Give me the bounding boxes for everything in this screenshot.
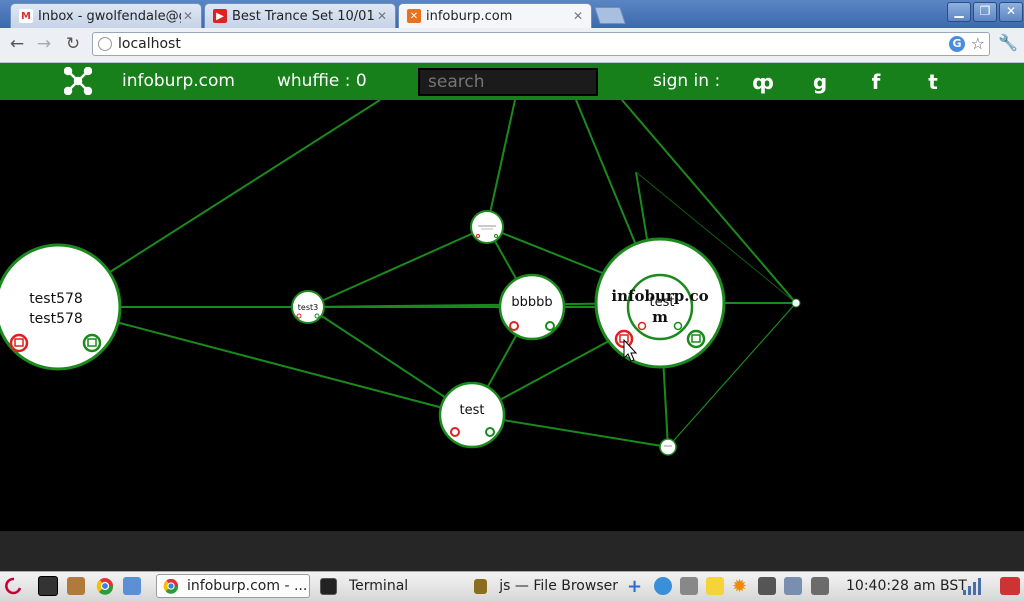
minimize-icon[interactable]: ▁	[947, 2, 971, 22]
chrome-launcher-icon[interactable]	[96, 575, 114, 597]
folder-icon	[474, 578, 488, 594]
graph-node-test[interactable]: test	[438, 381, 506, 449]
openid-icon[interactable]: ȹ	[751, 70, 775, 94]
restore-icon[interactable]: ❐	[973, 2, 997, 22]
delete-node-icon[interactable]	[509, 321, 519, 331]
close-icon[interactable]: ✕	[571, 9, 585, 23]
task-label: js — File Browser	[499, 578, 618, 594]
chrome-icon	[163, 578, 179, 594]
tab-youtube[interactable]: ▶ Best Trance Set 10/01/1 ✕	[204, 3, 396, 28]
clock[interactable]: 10:40:28 am BST	[846, 575, 967, 597]
graph-node-small-top[interactable]	[470, 210, 504, 244]
add-node-icon[interactable]	[485, 427, 495, 437]
graph-edge	[486, 100, 516, 228]
browser-tab-strip: M Inbox - gwolfendale@gr ✕ ▶ Best Trance…	[0, 0, 1024, 28]
logout-icon[interactable]	[1000, 575, 1020, 597]
address-bar[interactable]: localhost G ☆	[92, 32, 990, 56]
page-bottom-area	[0, 531, 1024, 571]
graph-edge	[307, 226, 488, 308]
network-tray-icon[interactable]	[654, 575, 672, 597]
task-label: Terminal	[349, 578, 409, 594]
node-label: test578	[29, 311, 83, 327]
graph-node-test578[interactable]: test578 test578	[0, 243, 122, 371]
add-node-icon[interactable]	[82, 333, 102, 353]
monitor-tray-icon[interactable]	[811, 575, 829, 597]
search-input[interactable]	[418, 68, 598, 96]
graph-edge	[115, 321, 444, 409]
weather-tray-icon[interactable]: ✹	[732, 575, 747, 597]
extension-icon[interactable]: G	[949, 36, 965, 52]
infoburp-logo-icon[interactable]	[64, 67, 92, 95]
tab-title: infoburp.com	[426, 8, 513, 24]
graph-node-test3[interactable]: test3	[291, 290, 325, 324]
tab-title: Best Trance Set 10/01/1	[232, 8, 375, 24]
taskbar-task-file-browser[interactable]: js — File Browser	[468, 574, 618, 598]
delete-node-icon[interactable]	[9, 333, 29, 353]
notes-tray-icon[interactable]	[706, 575, 724, 597]
wifi-signal-icon[interactable]	[962, 575, 984, 597]
node-label: test578	[29, 291, 83, 307]
whuffie-score: whuffie : 0	[277, 71, 367, 91]
add-node-icon[interactable]	[545, 321, 555, 331]
brand-link[interactable]: infoburp.com	[122, 71, 235, 91]
reload-icon[interactable]: ↻	[62, 33, 84, 55]
youtube-icon: ▶	[213, 9, 227, 23]
graph-edge	[635, 171, 649, 246]
task-label: infoburp.com - ...	[187, 578, 308, 594]
tab-infoburp[interactable]: ✕ infoburp.com ✕	[398, 3, 592, 28]
node-label: test	[460, 403, 485, 418]
devices-tray-icon[interactable]	[784, 575, 802, 597]
sign-in-label: sign in :	[653, 71, 721, 91]
browser-toolbar: ← → ↻ localhost G ☆ 🔧	[0, 28, 1024, 63]
close-window-icon[interactable]: ✕	[999, 2, 1023, 22]
display-tray-icon[interactable]	[758, 575, 776, 597]
forward-arrow-icon[interactable]: →	[33, 33, 55, 55]
terminal-launcher-icon[interactable]	[38, 575, 58, 597]
graph-node-tiny-bottom[interactable]	[659, 438, 677, 456]
wrench-icon[interactable]: 🔧	[998, 33, 1018, 52]
facebook-icon[interactable]: f	[864, 70, 888, 94]
taskbar-task-terminal[interactable]: Terminal	[314, 574, 464, 598]
site-header: infoburp.com whuffie : 0 sign in : ȹ g f…	[0, 63, 1024, 100]
node-label: bbbbb	[511, 295, 552, 310]
tab-gmail[interactable]: M Inbox - gwolfendale@gr ✕	[10, 3, 202, 28]
graph-node-tiny-right[interactable]	[791, 298, 801, 308]
google-icon[interactable]: g	[808, 70, 832, 94]
terminal-icon	[320, 577, 337, 595]
graph-edge	[486, 226, 621, 281]
graph-node-infoburp[interactable]: test infoburp.co m	[594, 237, 726, 369]
add-node-icon[interactable]	[686, 329, 706, 349]
debian-menu-icon[interactable]	[4, 575, 24, 597]
close-icon[interactable]: ✕	[181, 9, 195, 23]
refresh-launcher-icon[interactable]	[123, 575, 141, 597]
graph-node-bbbbb[interactable]: bbbbb	[498, 273, 566, 341]
node-label: infoburp.co	[611, 287, 708, 305]
delete-node-icon[interactable]	[450, 427, 460, 437]
desktop-taskbar: infoburp.com - ... Terminal js — File Br…	[0, 571, 1024, 601]
graph-edge	[109, 100, 381, 273]
new-tab-button[interactable]	[594, 7, 626, 24]
close-icon[interactable]: ✕	[375, 9, 389, 23]
infoburp-icon: ✕	[407, 9, 421, 23]
taskbar-task-infoburp[interactable]: infoburp.com - ...	[156, 574, 310, 598]
usb-tray-icon[interactable]	[680, 575, 698, 597]
tumblr-icon[interactable]: t	[921, 70, 945, 94]
back-arrow-icon[interactable]: ←	[6, 33, 28, 55]
node-graph-canvas[interactable]: test578 test578 test3 bbbbb test infobur…	[0, 100, 1024, 531]
tab-title: Inbox - gwolfendale@gr	[38, 8, 181, 24]
plus-icon[interactable]: +	[627, 575, 642, 597]
page-icon	[98, 37, 112, 51]
bookmark-star-icon[interactable]: ☆	[971, 34, 985, 53]
node-label: test3	[298, 303, 318, 312]
url-text: localhost	[118, 36, 181, 52]
gmail-icon: M	[19, 9, 33, 23]
node-label: m	[652, 308, 668, 326]
tools-launcher-icon[interactable]	[67, 575, 85, 597]
